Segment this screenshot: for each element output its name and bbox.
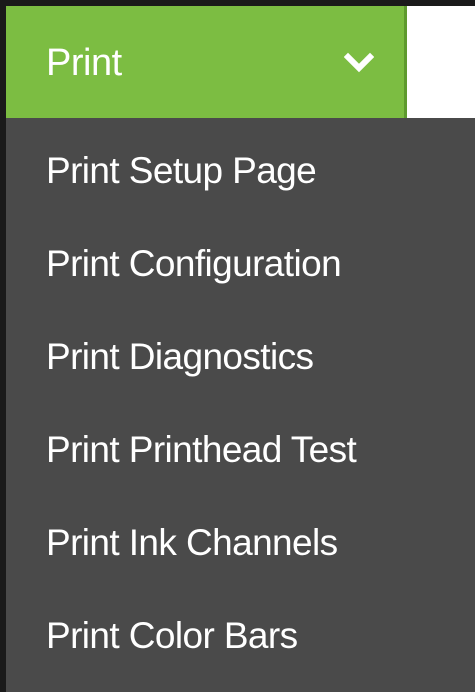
menu-item-print-diagnostics[interactable]: Print Diagnostics <box>6 304 475 396</box>
print-menu-header[interactable]: Print <box>6 6 407 118</box>
menu-item-label: Print Setup Page <box>46 150 317 191</box>
menu-item-print-configuration[interactable]: Print Configuration <box>6 211 475 303</box>
menu-item-print-setup-page[interactable]: Print Setup Page <box>6 118 475 210</box>
menu-item-label: Print Diagnostics <box>46 336 314 377</box>
menu-item-print-ink-channels[interactable]: Print Ink Channels <box>6 490 475 582</box>
menu-item-label: Print Color Bars <box>46 615 298 656</box>
menu-item-print-printhead-test[interactable]: Print Printhead Test <box>6 397 475 489</box>
header-blank-area <box>407 6 475 118</box>
menu-item-label: Print Configuration <box>46 243 342 284</box>
menu-item-print-color-bars[interactable]: Print Color Bars <box>6 583 475 675</box>
menu-item-label: Print Ink Channels <box>46 522 338 563</box>
menu-item-label: Print Printhead Test <box>46 429 357 470</box>
print-menu-list: Print Setup Page Print Configuration Pri… <box>6 118 475 692</box>
print-menu-title: Print <box>46 42 122 84</box>
chevron-down-icon[interactable] <box>344 52 374 74</box>
